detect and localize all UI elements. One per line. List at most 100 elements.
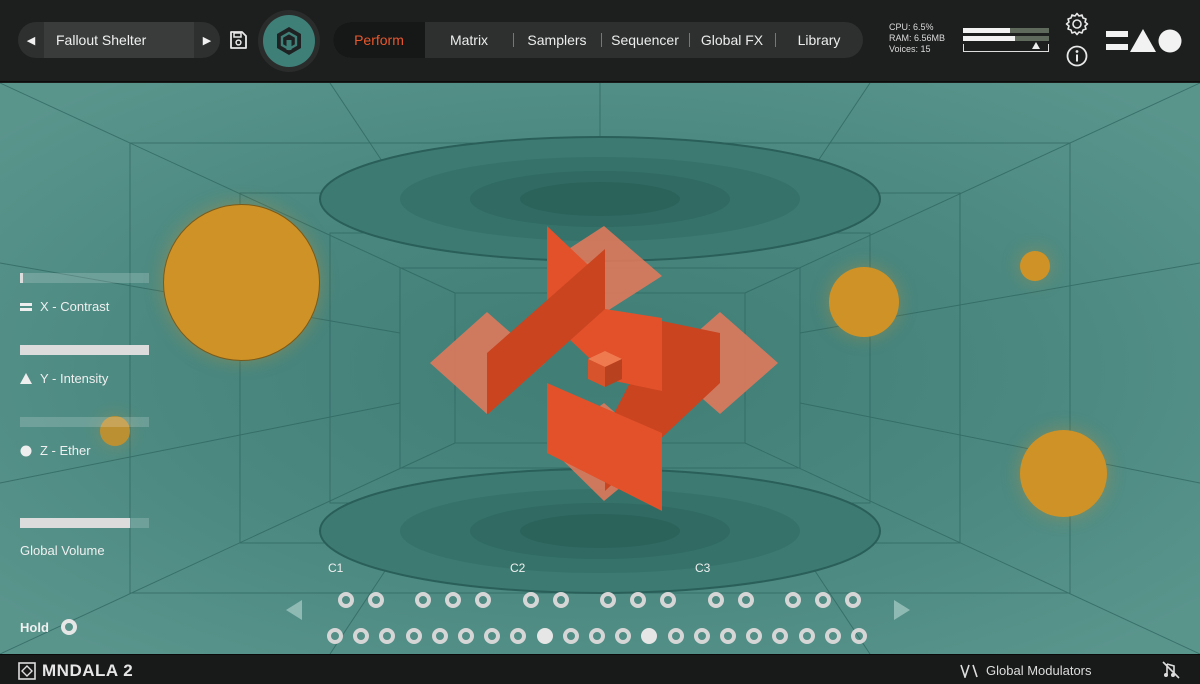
black-key[interactable]: [785, 592, 801, 608]
hold-toggle[interactable]: [60, 619, 77, 635]
orb-tiny-right[interactable]: [1020, 251, 1050, 281]
ram-stat: RAM: 6.56MB: [889, 33, 946, 43]
prev-icon: ◀: [26, 34, 36, 47]
brand-shapes-icon: [1106, 29, 1182, 53]
equals-icon: [20, 302, 32, 311]
white-key[interactable]: [798, 628, 815, 644]
black-key[interactable]: [738, 592, 754, 608]
white-key[interactable]: [379, 628, 396, 644]
mndala-logo-icon: [277, 27, 301, 55]
gear-icon[interactable]: [1065, 12, 1089, 36]
white-key[interactable]: [824, 628, 841, 644]
output-meter[interactable]: [963, 28, 1049, 52]
tab-perform[interactable]: Perform: [333, 22, 425, 58]
tab-matrix[interactable]: Matrix: [425, 22, 513, 58]
global-modulators-label: Global Modulators: [986, 663, 1092, 678]
midi-mute-icon[interactable]: [1162, 661, 1180, 679]
prev-preset-button[interactable]: ◀: [18, 22, 44, 58]
white-key[interactable]: [458, 628, 474, 644]
x-contrast-label: X - Contrast: [20, 299, 109, 314]
save-icon[interactable]: [228, 30, 248, 50]
tab-library[interactable]: Library: [775, 22, 863, 58]
black-key[interactable]: [553, 592, 569, 608]
y-intensity-slider[interactable]: [20, 345, 149, 355]
keyboard-prev-arrow-icon[interactable]: [286, 600, 302, 620]
meter-right: [963, 36, 1049, 41]
white-key[interactable]: [667, 628, 684, 644]
orb-large-left[interactable]: [163, 204, 320, 361]
keyboard-next-arrow-icon[interactable]: [894, 600, 910, 620]
orb-right[interactable]: [1020, 430, 1107, 517]
y-slider-fill: [20, 345, 149, 355]
white-key[interactable]: [720, 628, 736, 644]
tab-samplers[interactable]: Samplers: [513, 22, 601, 58]
preset-name[interactable]: Fallout Shelter: [44, 22, 194, 58]
y-intensity-text: Y - Intensity: [40, 371, 109, 386]
white-key[interactable]: [405, 628, 422, 644]
black-key[interactable]: [630, 592, 646, 608]
white-key[interactable]: [851, 628, 867, 644]
orb-mid-right[interactable]: [829, 267, 899, 337]
main-tabs: Perform Matrix Samplers Sequencer Global…: [333, 22, 863, 58]
note-keyboard: C1 C2 C3: [280, 558, 920, 648]
white-key[interactable]: [641, 628, 658, 644]
triangle-icon: [20, 373, 32, 384]
black-key[interactable]: [600, 592, 616, 608]
mndala-small-logo-icon: [18, 662, 36, 680]
volume-slider-fill: [20, 518, 130, 528]
info-icon[interactable]: [1066, 45, 1088, 67]
global-volume-slider[interactable]: [20, 518, 149, 528]
white-key[interactable]: [589, 628, 605, 644]
black-key[interactable]: [338, 592, 354, 608]
tab-global-fx[interactable]: Global FX: [689, 22, 775, 58]
black-key[interactable]: [523, 592, 539, 608]
mndala-logo-button[interactable]: [258, 10, 320, 72]
black-key[interactable]: [815, 592, 831, 608]
y-intensity-label: Y - Intensity: [20, 371, 108, 386]
preset-selector: ◀ Fallout Shelter ▶: [18, 22, 220, 58]
white-key[interactable]: [693, 628, 710, 644]
meter-left: [963, 28, 1049, 33]
white-key[interactable]: [327, 628, 343, 644]
black-key[interactable]: [415, 592, 431, 608]
black-key[interactable]: [475, 592, 491, 608]
black-key[interactable]: [845, 592, 861, 608]
modulator-wave-icon: [960, 664, 978, 678]
global-volume-label: Global Volume: [20, 543, 105, 558]
white-key[interactable]: [746, 628, 763, 644]
white-key[interactable]: [615, 628, 632, 644]
top-bar: ◀ Fallout Shelter ▶ Perform Matrix Sampl…: [0, 0, 1200, 82]
circle-icon: [20, 445, 32, 456]
tab-sequencer[interactable]: Sequencer: [601, 22, 689, 58]
black-key[interactable]: [368, 592, 384, 608]
octave-label-c1: C1: [328, 561, 344, 575]
meter-scale: [963, 42, 1049, 52]
z-ether-text: Z - Ether: [40, 443, 91, 458]
x-slider-fill: [20, 273, 23, 283]
black-key[interactable]: [660, 592, 676, 608]
white-key[interactable]: [353, 628, 370, 644]
black-key[interactable]: [445, 592, 461, 608]
white-key[interactable]: [536, 628, 553, 644]
x-contrast-text: X - Contrast: [40, 299, 110, 314]
meter-right-fill: [963, 36, 1015, 41]
z-ether-label: Z - Ether: [20, 443, 91, 458]
footer-bar: MNDALA 2 Global Modulators: [0, 654, 1200, 684]
global-modulators-button[interactable]: Global Modulators: [960, 663, 1092, 678]
white-key[interactable]: [772, 628, 789, 644]
black-key[interactable]: [708, 592, 724, 608]
next-icon: ▶: [202, 34, 212, 47]
z-ether-slider[interactable]: [20, 417, 149, 427]
x-contrast-slider[interactable]: [20, 273, 149, 283]
meter-left-fill: [963, 28, 1010, 33]
brand-logo: MNDALA 2: [18, 661, 133, 681]
white-key[interactable]: [484, 628, 501, 644]
hold-control: Hold: [20, 619, 77, 635]
white-key[interactable]: [562, 628, 579, 644]
voices-stat: Voices: 15: [889, 44, 931, 54]
next-preset-button[interactable]: ▶: [194, 22, 220, 58]
meter-marker-icon: [1032, 42, 1040, 49]
perform-stage: X - Contrast Y - Intensity Z - Ether Glo…: [0, 83, 1200, 654]
white-key[interactable]: [510, 628, 527, 644]
white-key[interactable]: [431, 628, 448, 644]
